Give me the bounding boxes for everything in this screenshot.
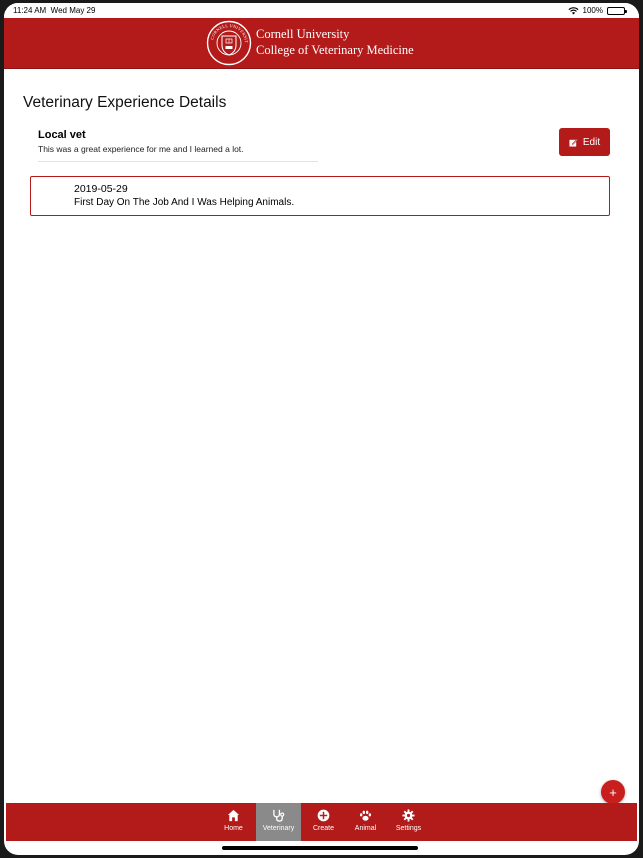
tab-label: Veterinary xyxy=(262,825,295,832)
edit-icon xyxy=(569,138,578,147)
stethoscope-icon xyxy=(273,809,285,822)
entry-note: First Day On The Job And I Was Helping A… xyxy=(74,197,295,208)
svg-text:CORNELL UNIVERSITY · FOUNDED A: CORNELL UNIVERSITY · FOUNDED A.D. 1865 xyxy=(206,20,249,43)
paw-icon xyxy=(359,810,372,821)
plus-circle-icon xyxy=(317,809,330,822)
battery-icon xyxy=(607,6,627,15)
tab-label: Home xyxy=(224,825,243,832)
tab-label: Animal xyxy=(354,825,377,832)
app-screen: 11:24 AM Wed May 29 100% CORNELL UNIVERS… xyxy=(4,3,639,855)
tab-label: Settings xyxy=(395,825,422,832)
experience-title: Local vet xyxy=(38,129,86,141)
tab-veterinary[interactable]: Veterinary xyxy=(256,803,301,841)
tab-label: Create xyxy=(312,825,334,832)
tab-settings[interactable]: Settings xyxy=(386,803,431,841)
edit-button[interactable]: Edit xyxy=(559,128,610,156)
divider xyxy=(38,161,318,162)
add-entry-button[interactable]: + xyxy=(601,780,625,804)
app-header: CORNELL UNIVERSITY · FOUNDED A.D. 1865 C… xyxy=(4,18,639,69)
tab-animal[interactable]: Animal xyxy=(343,803,388,841)
tab-home[interactable]: Home xyxy=(211,803,256,841)
brand-text: Cornell University College of Veterinary… xyxy=(256,26,414,58)
status-bar: 11:24 AM Wed May 29 100% xyxy=(4,3,639,18)
edit-button-label: Edit xyxy=(582,136,601,148)
list-item[interactable]: 2019-05-29 First Day On The Job And I Wa… xyxy=(30,176,610,216)
plus-icon: + xyxy=(609,784,617,800)
entry-date: 2019-05-29 xyxy=(74,183,128,195)
status-time: 11:24 AM Wed May 29 xyxy=(13,6,96,15)
cornell-seal-icon: CORNELL UNIVERSITY · FOUNDED A.D. 1865 xyxy=(206,20,252,66)
experience-description: This was a great experience for me and I… xyxy=(38,144,244,154)
home-indicator xyxy=(222,846,418,850)
page-title: Veterinary Experience Details xyxy=(23,94,227,111)
brand-university: Cornell University xyxy=(256,27,350,41)
battery-percent: 100% xyxy=(582,6,603,15)
experience-summary: Local vet This was a great experience fo… xyxy=(38,129,318,154)
home-icon xyxy=(227,809,240,822)
tab-bar: Home Veterinary Create Animal Settings xyxy=(6,803,637,841)
tab-create[interactable]: Create xyxy=(301,803,346,841)
brand-college: College of Veterinary Medicine xyxy=(256,43,414,57)
gear-icon xyxy=(402,809,415,822)
wifi-icon xyxy=(568,6,579,15)
